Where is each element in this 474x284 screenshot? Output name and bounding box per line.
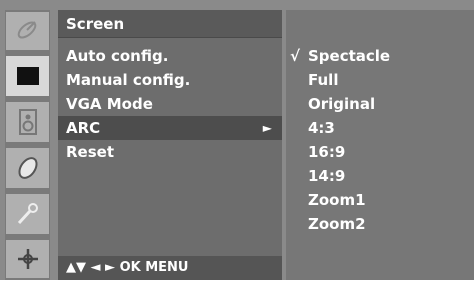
option-icon[interactable] [6, 240, 49, 278]
category-icon-column [5, 10, 50, 280]
arc-option-full[interactable]: Full [286, 68, 474, 92]
menu-item-reset[interactable]: Reset [58, 140, 282, 164]
screen-icon[interactable] [6, 56, 49, 96]
submenu-arrow-icon: ► [262, 121, 272, 135]
menu-title: Screen [58, 10, 282, 38]
arc-option-14-9[interactable]: 14:9 [286, 164, 474, 188]
arc-submenu-panel: √ Spectacle Full Original 4:3 16:9 14:9 … [286, 10, 474, 280]
menu-item-label: VGA Mode [66, 95, 153, 113]
screen-menu-panel: Screen Auto config. Manual config. VGA M… [58, 10, 282, 280]
osd-background: Screen Auto config. Manual config. VGA M… [0, 0, 474, 280]
tv-osd-screen: Screen Auto config. Manual config. VGA M… [0, 0, 474, 284]
arc-option-label: Spectacle [308, 47, 391, 65]
arc-option-label: 4:3 [308, 119, 335, 137]
arc-option-label: 16:9 [308, 143, 346, 161]
arc-option-label: Zoom2 [308, 215, 366, 233]
key-icon[interactable] [6, 194, 49, 234]
menu-item-label: Auto config. [66, 47, 169, 65]
arc-option-label: Zoom1 [308, 191, 366, 209]
menu-item-label: ARC [66, 119, 101, 137]
menu-item-arc[interactable]: ARC ► [58, 116, 282, 140]
arc-option-label: Original [308, 95, 376, 113]
arc-option-label: Full [308, 71, 339, 89]
menu-item-label: Reset [66, 143, 114, 161]
clock-icon[interactable] [6, 148, 49, 188]
speaker-icon[interactable] [6, 102, 49, 142]
arc-option-original[interactable]: Original [286, 92, 474, 116]
arc-option-zoom1[interactable]: Zoom1 [286, 188, 474, 212]
menu-item-auto-config[interactable]: Auto config. [58, 44, 282, 68]
satellite-dish-icon[interactable] [6, 12, 49, 50]
arc-option-label: 14:9 [308, 167, 346, 185]
menu-item-vga-mode[interactable]: VGA Mode [58, 92, 282, 116]
check-icon: √ [290, 47, 301, 65]
menu-item-label: Manual config. [66, 71, 191, 89]
navigation-hint-bar: ▲▼ ◄ ► OK MENU [58, 256, 282, 280]
arc-option-4-3[interactable]: 4:3 [286, 116, 474, 140]
menu-item-manual-config[interactable]: Manual config. [58, 68, 282, 92]
arc-option-zoom2[interactable]: Zoom2 [286, 212, 474, 236]
arc-option-16-9[interactable]: 16:9 [286, 140, 474, 164]
arc-option-spectacle[interactable]: √ Spectacle [286, 44, 474, 68]
